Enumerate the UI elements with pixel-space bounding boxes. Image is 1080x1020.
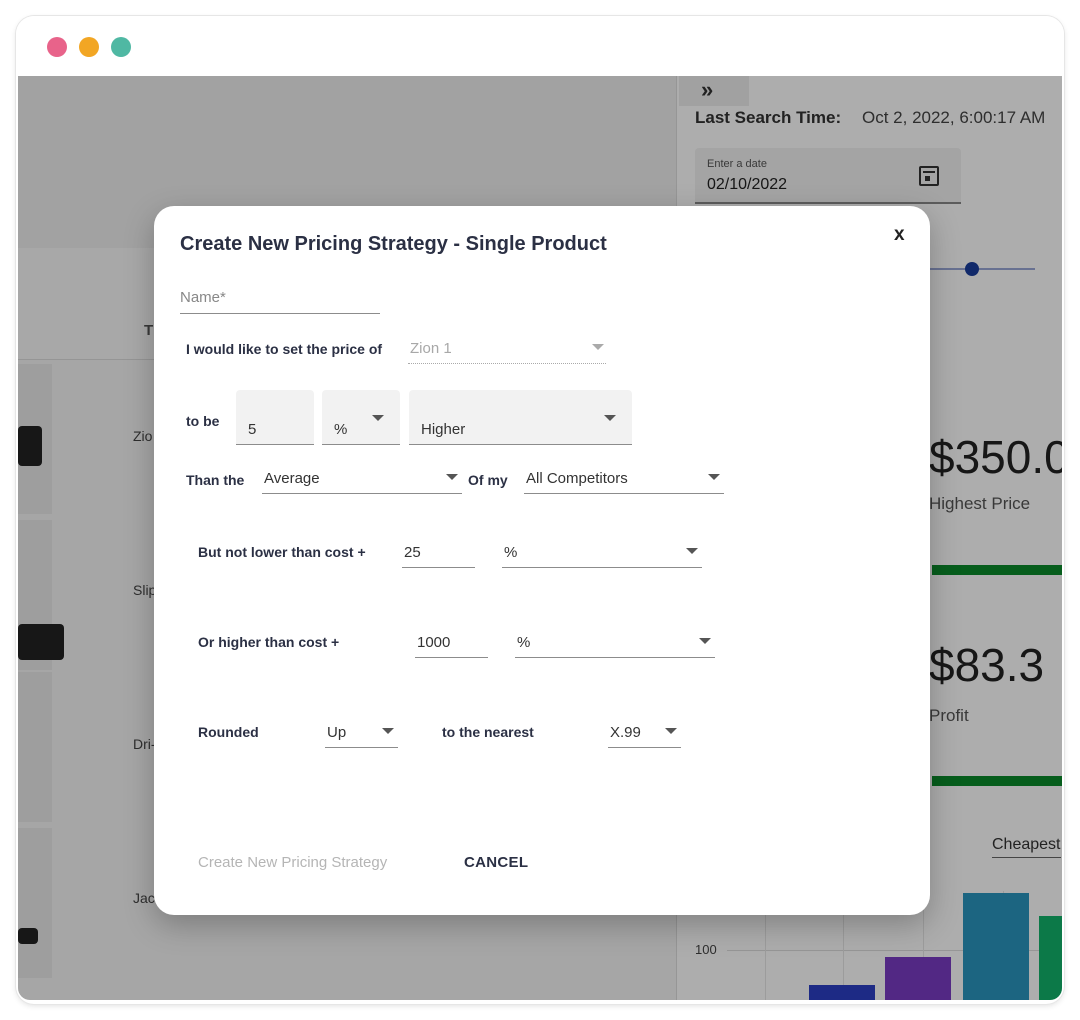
min-cost-unit-select[interactable]: % [502, 536, 702, 568]
rounding-direction-value: Up [327, 724, 347, 741]
nearest-label: to the nearest [442, 724, 534, 740]
compare-select-value: Average [264, 470, 320, 487]
chevron-down-icon [699, 638, 711, 644]
rounding-target-value: X.99 [610, 724, 641, 741]
chevron-down-icon [665, 728, 677, 734]
of-my-label: Of my [468, 472, 508, 488]
unit-select[interactable]: % [322, 390, 400, 445]
min-cost-value: 25 [404, 544, 421, 561]
chevron-down-icon [382, 728, 394, 734]
amount-input[interactable]: 5 [236, 390, 314, 445]
direction-select[interactable]: Higher [409, 390, 632, 445]
maximize-window-dot[interactable] [111, 37, 131, 57]
name-placeholder: Name* [180, 289, 226, 306]
than-the-label: Than the [186, 472, 245, 488]
minimize-window-dot[interactable] [79, 37, 99, 57]
direction-select-value: Higher [421, 421, 466, 438]
app-viewport: T Zio Slip Dri- Jac » Last Search Time: … [18, 76, 1062, 1000]
product-select-value: Zion 1 [410, 340, 452, 357]
chevron-down-icon [708, 474, 720, 480]
product-select[interactable]: Zion 1 [408, 334, 606, 364]
rounding-target-select[interactable]: X.99 [608, 716, 681, 748]
max-cost-input[interactable]: 1000 [415, 626, 488, 658]
close-icon[interactable]: x [894, 224, 908, 245]
pricing-strategy-dialog: Create New Pricing Strategy - Single Pro… [154, 206, 930, 915]
min-cost-input[interactable]: 25 [402, 536, 475, 568]
min-cost-label: But not lower than cost + [198, 544, 366, 560]
competitors-select[interactable]: All Competitors [524, 464, 724, 494]
max-cost-unit-value: % [517, 634, 531, 651]
chevron-down-icon [446, 474, 458, 480]
rounded-label: Rounded [198, 724, 259, 740]
create-strategy-button[interactable]: Create New Pricing Strategy [198, 854, 387, 871]
rounding-direction-select[interactable]: Up [325, 716, 398, 748]
chevron-down-icon [686, 548, 698, 554]
close-window-dot[interactable] [47, 37, 67, 57]
chevron-down-icon [372, 415, 384, 421]
chevron-down-icon [604, 415, 616, 421]
to-be-label: to be [186, 413, 220, 429]
unit-select-value: % [334, 421, 348, 438]
max-cost-label: Or higher than cost + [198, 634, 340, 650]
title-bar [16, 16, 1064, 76]
price-of-label: I would like to set the price of [186, 341, 383, 357]
max-cost-value: 1000 [417, 634, 451, 651]
amount-value: 5 [248, 421, 257, 438]
chevron-down-icon [592, 344, 604, 350]
competitors-select-value: All Competitors [526, 470, 628, 487]
name-input[interactable]: Name* [180, 284, 380, 314]
dialog-title: Create New Pricing Strategy - Single Pro… [180, 233, 607, 255]
min-cost-unit-value: % [504, 544, 518, 561]
browser-window: T Zio Slip Dri- Jac » Last Search Time: … [16, 16, 1064, 1004]
compare-select[interactable]: Average [262, 464, 462, 494]
max-cost-unit-select[interactable]: % [515, 626, 715, 658]
cancel-button[interactable]: CANCEL [464, 854, 528, 871]
